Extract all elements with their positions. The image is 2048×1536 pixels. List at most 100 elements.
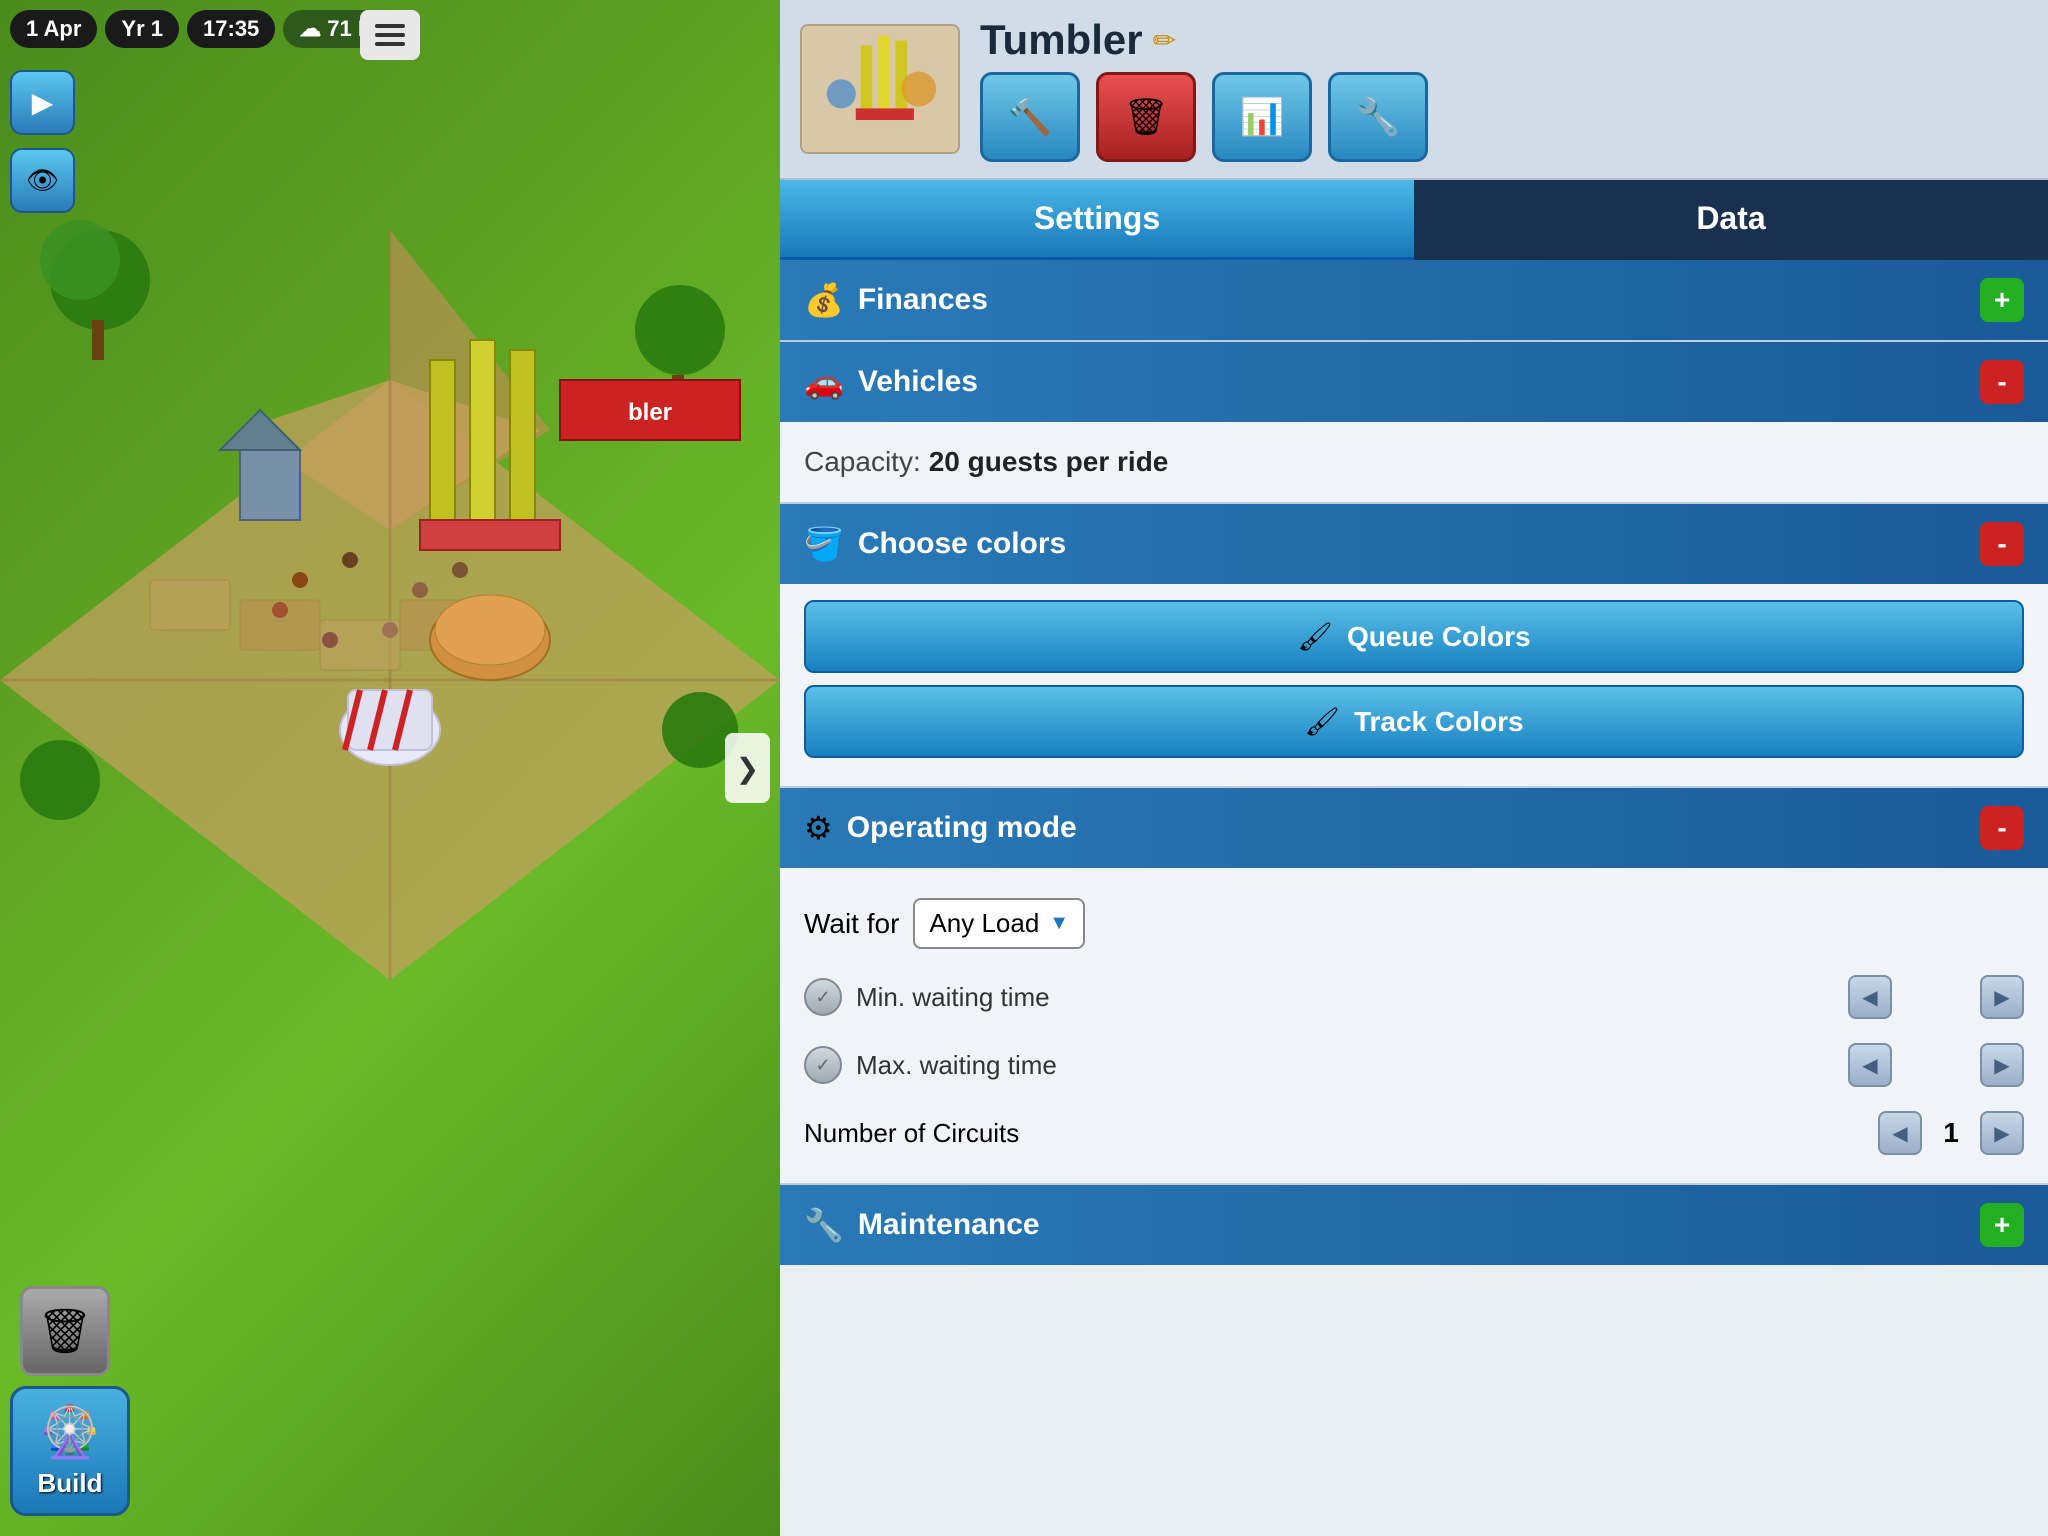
weather-icon: ☁ [299, 16, 321, 42]
menu-line-2 [375, 33, 405, 37]
tab-settings[interactable]: Settings [780, 180, 1414, 260]
menu-button[interactable] [360, 10, 420, 60]
min-waiting-checkbox[interactable]: ✓ [804, 978, 842, 1016]
right-arrow-2-icon: ▶ [1994, 1053, 2009, 1078]
circuits-increment-button[interactable]: ▶ [1980, 1111, 2024, 1155]
max-waiting-row: ✓ Max. waiting time ◀ ▶ [804, 1031, 2024, 1099]
capacity-value: 20 guests per ride [929, 446, 1169, 478]
capacity-row: Capacity: 20 guests per ride [804, 438, 2024, 486]
colors-header[interactable]: 🪣 Choose colors - [780, 504, 2048, 584]
track-colors-button[interactable]: 🖌 Track Colors [804, 685, 2024, 758]
chevron-right-icon: ❯ [736, 752, 759, 785]
build-ride-icon: 🎡 [39, 1403, 101, 1462]
build-button[interactable]: 🎡 Build [10, 1386, 130, 1516]
stats-button[interactable]: 📊 [1212, 72, 1312, 162]
operating-mode-header[interactable]: ⚙ Operating mode - [780, 788, 2048, 868]
track-colors-label: Track Colors [1354, 706, 1524, 738]
vehicles-toggle-button[interactable]: - [1980, 360, 2024, 404]
maintenance-toggle-button[interactable]: + [1980, 1203, 2024, 1247]
circuits-value: 1 [1936, 1117, 1966, 1149]
right-arrow-3-icon: ▶ [1994, 1121, 2009, 1146]
left-arrow-3-icon: ◀ [1892, 1121, 1907, 1146]
delete-button[interactable]: 🗑 [1096, 72, 1196, 162]
hammer-button[interactable]: 🔨 [980, 72, 1080, 162]
finances-toggle-button[interactable]: + [1980, 278, 2024, 322]
checkbox-check-icon: ✓ [815, 987, 830, 1008]
ride-name-row: Tumbler ✏ [980, 16, 2028, 64]
content-area[interactable]: 💰 Finances + 🚗 Vehicles - Capacity: 20 g… [780, 260, 2048, 1536]
max-waiting-decrement-button[interactable]: ◀ [1848, 1043, 1892, 1087]
vehicles-header[interactable]: 🚗 Vehicles - [780, 342, 2048, 422]
queue-colors-button[interactable]: 🖌 Queue Colors [804, 600, 2024, 673]
scene-svg: bler [0, 80, 780, 1280]
trash-button[interactable]: 🗑 [20, 1286, 110, 1376]
colors-header-left: 🪣 Choose colors [804, 525, 1066, 563]
finances-header-left: 💰 Finances [804, 281, 988, 319]
operating-mode-icon: ⚙ [804, 809, 833, 847]
operating-mode-toggle-button[interactable]: - [1980, 806, 2024, 850]
stats-icon: 📊 [1240, 96, 1285, 138]
queue-colors-label: Queue Colors [1347, 621, 1531, 653]
finances-icon: 💰 [804, 281, 844, 319]
dropdown-arrow-icon: ▼ [1049, 912, 1069, 935]
circuits-decrement-button[interactable]: ◀ [1878, 1111, 1922, 1155]
capacity-label: Capacity: [804, 446, 921, 478]
hammer-icon: 🔨 [1008, 96, 1053, 138]
vehicles-icon: 🚗 [804, 363, 844, 401]
ride-header: Tumbler ✏ 🔨 🗑 📊 🔧 [780, 0, 2048, 180]
colors-title: Choose colors [858, 527, 1066, 561]
wait-for-row: Wait for Any Load ▼ [804, 884, 2024, 963]
svg-text:bler: bler [628, 399, 672, 426]
maintenance-header[interactable]: 🔧 Maintenance + [780, 1185, 2048, 1265]
right-arrow-icon: ▶ [1994, 985, 2009, 1010]
date-display: 1 Apr [10, 10, 97, 48]
mechanics-button[interactable]: 🔧 [1328, 72, 1428, 162]
edit-ride-name-button[interactable]: ✏ [1153, 24, 1176, 57]
vehicles-section: 🚗 Vehicles - Capacity: 20 guests per rid… [780, 342, 2048, 502]
colors-icon: 🪣 [804, 525, 844, 563]
build-label: Build [38, 1468, 103, 1499]
finances-section: 💰 Finances + [780, 260, 2048, 340]
operating-mode-content: Wait for Any Load ▼ ✓ Min. waiting time … [780, 868, 2048, 1183]
track-paint-icon: 🖌 [1304, 705, 1340, 738]
wait-for-label: Wait for [804, 908, 899, 940]
ride-thumbnail [800, 24, 960, 154]
max-waiting-increment-button[interactable]: ▶ [1980, 1043, 2024, 1087]
mechanics-icon: 🔧 [1356, 96, 1401, 138]
finances-title: Finances [858, 283, 988, 317]
finances-header[interactable]: 💰 Finances + [780, 260, 2048, 340]
max-waiting-checkbox[interactable]: ✓ [804, 1046, 842, 1084]
vehicles-header-left: 🚗 Vehicles [804, 363, 978, 401]
operating-mode-section: ⚙ Operating mode - Wait for Any Load ▼ [780, 788, 2048, 1183]
trash-icon: 🗑 [37, 1305, 93, 1357]
max-waiting-label: Max. waiting time [856, 1050, 1834, 1081]
vehicles-title: Vehicles [858, 365, 978, 399]
wait-for-value: Any Load [929, 908, 1039, 939]
menu-line-3 [375, 42, 405, 46]
maintenance-title: Maintenance [858, 1208, 1040, 1242]
maintenance-section: 🔧 Maintenance + [780, 1185, 2048, 1265]
circuits-row: Number of Circuits ◀ 1 ▶ [804, 1099, 2024, 1167]
time-display: 17:35 [187, 10, 275, 48]
year-display: Yr 1 [105, 10, 179, 48]
maintenance-icon: 🔧 [804, 1206, 844, 1244]
maintenance-header-left: 🔧 Maintenance [804, 1206, 1040, 1244]
delete-icon: 🗑 [1123, 96, 1169, 138]
colors-section: 🪣 Choose colors - 🖌 Queue Colors 🖌 Track… [780, 504, 2048, 786]
operating-mode-title: Operating mode [847, 811, 1077, 845]
left-arrow-icon: ◀ [1862, 985, 1877, 1010]
top-hud: 1 Apr Yr 1 17:35 ☁ 71 F [10, 10, 387, 48]
expand-panel-button[interactable]: ❯ [725, 733, 770, 803]
left-arrow-2-icon: ◀ [1862, 1053, 1877, 1078]
min-waiting-increment-button[interactable]: ▶ [1980, 975, 2024, 1019]
wait-for-dropdown[interactable]: Any Load ▼ [913, 898, 1085, 949]
tab-data[interactable]: Data [1414, 180, 2048, 260]
operating-mode-header-left: ⚙ Operating mode [804, 809, 1077, 847]
colors-content: 🖌 Queue Colors 🖌 Track Colors [780, 584, 2048, 786]
colors-toggle-button[interactable]: - [1980, 522, 2024, 566]
min-waiting-decrement-button[interactable]: ◀ [1848, 975, 1892, 1019]
circuits-label: Number of Circuits [804, 1118, 1864, 1149]
min-waiting-label: Min. waiting time [856, 982, 1834, 1013]
right-panel: Tumbler ✏ 🔨 🗑 📊 🔧 Settings [780, 0, 2048, 1536]
ride-name: Tumbler [980, 16, 1143, 64]
